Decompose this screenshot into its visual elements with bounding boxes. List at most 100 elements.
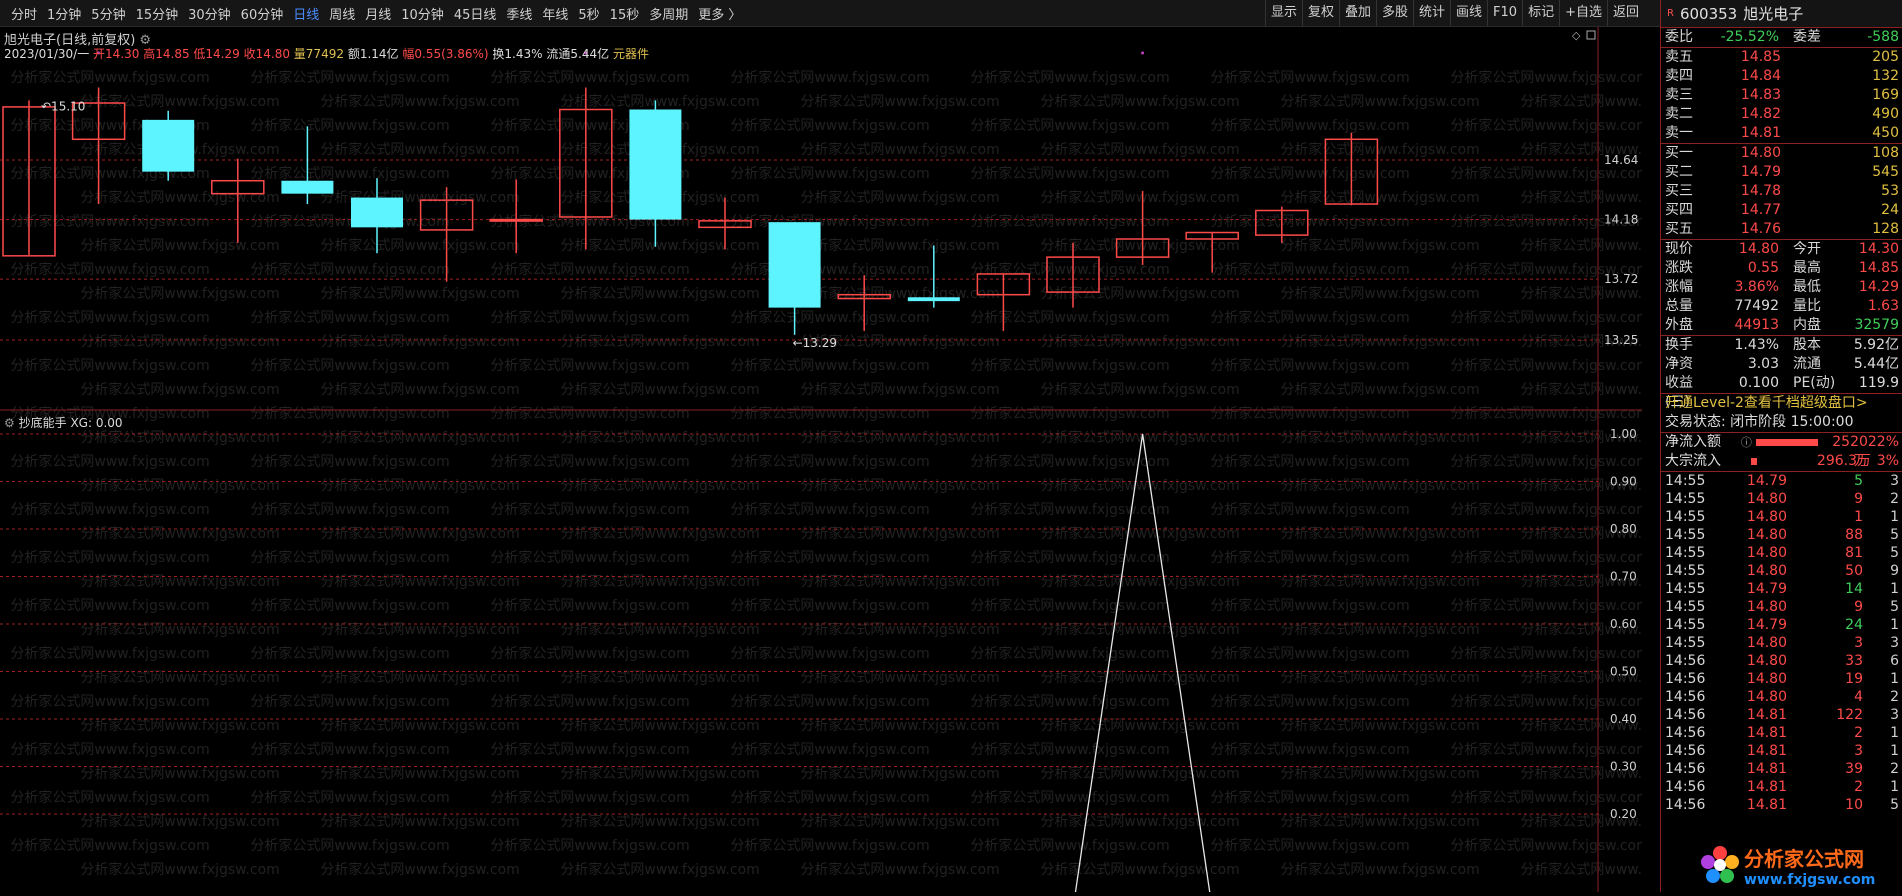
- period-tab[interactable]: 多周期: [644, 4, 693, 23]
- toolbar-action-button[interactable]: 标记: [1522, 0, 1559, 26]
- watermark-text: 分析家公式网www.fxjgsw.com: [10, 645, 209, 662]
- indicator-settings-icon[interactable]: ⚙: [4, 416, 15, 430]
- toolbar-action-button[interactable]: +自选: [1559, 0, 1607, 26]
- toolbar-action-button[interactable]: 显示: [1264, 0, 1302, 26]
- kline-chart[interactable]: 分析家公式网www.fxjgsw.com 分析家公式网www.fxjgsw.com…: [0, 27, 1720, 896]
- tick-time: 14:56: [1665, 797, 1706, 813]
- watermark-text: 分析家公式网www.fxjgsw.com: [80, 285, 279, 302]
- watermark-text: 分析家公式网www.fxjgsw.com: [250, 405, 449, 422]
- period-tab[interactable]: 日线: [288, 4, 324, 23]
- watermark-text: 分析家公式网www.fxjgsw.com: [970, 165, 1169, 182]
- watermark-text: 分析家公式网www.fxjgsw.com: [80, 717, 279, 734]
- watermark-text: 分析家公式网www.fxjgsw.com: [1280, 285, 1479, 302]
- period-tab[interactable]: 周线: [324, 4, 360, 23]
- period-tab[interactable]: 更多 〉: [693, 4, 746, 23]
- watermark-text: 分析家公式网www.fxjgsw.com: [80, 765, 279, 782]
- period-tab[interactable]: 季线: [501, 4, 537, 23]
- watermark-text: 分析家公式网www.fxjgsw.com: [730, 405, 929, 422]
- watermark-text: 分析家公式网www.fxjgsw.com: [1520, 189, 1642, 206]
- period-tab[interactable]: 5秒: [573, 4, 604, 23]
- tick-list[interactable]: 14:55 14.79 5 3 14:55 14.80 9 2 14:55 14.80 1 1 14:5…: [1661, 472, 1902, 814]
- period-tab[interactable]: 10分钟: [396, 4, 449, 23]
- tick-count: 3: [1890, 707, 1899, 723]
- tick-count: 5: [1890, 527, 1899, 543]
- watermark-text: 分析家公式网www.fxjgsw.com: [1210, 597, 1409, 614]
- info-icon[interactable]: ⓘ: [1741, 433, 1752, 452]
- signal-dot: [1141, 51, 1145, 55]
- watermark-text: 分析家公式网www.fxjgsw.com: [320, 429, 519, 446]
- tick-volume: 3: [1854, 743, 1863, 759]
- watermark-text: 分析家公式网www.fxjgsw.com: [320, 861, 519, 878]
- period-tab[interactable]: 15分钟: [131, 4, 184, 23]
- watermark-text: 分析家公式网www.fxjgsw.com: [1040, 813, 1239, 830]
- watermark-text: 分析家公式网www.fxjgsw.com: [1210, 69, 1409, 86]
- tick-volume: 24: [1845, 617, 1863, 633]
- asks-label: 卖五: [1665, 49, 1693, 65]
- watermark-text: 分析家公式网www.fxjgsw.com: [1210, 741, 1409, 758]
- watermark-text: 分析家公式网www.fxjgsw.com: [250, 165, 449, 182]
- bar-low: 低14.29: [193, 47, 240, 61]
- watermark-text: 分析家公式网www.fxjgsw.com: [10, 69, 209, 86]
- toolbar-action-button[interactable]: 统计: [1413, 0, 1450, 26]
- stat-row: 收益(三) 0.100 PE(动) 119.9: [1661, 374, 1902, 410]
- period-tab[interactable]: 月线: [360, 4, 396, 23]
- watermark-text: 分析家公式网www.fxjgsw.com: [730, 453, 929, 470]
- stat-value: 3.03: [1747, 356, 1779, 372]
- stat-value: 119.9: [1858, 375, 1899, 391]
- tick-volume: 2: [1854, 725, 1863, 741]
- tick-time: 14:55: [1665, 617, 1706, 633]
- bulk-bar: [1751, 458, 1757, 465]
- period-tab[interactable]: 45日线: [449, 4, 502, 23]
- watermark-text: 分析家公式网www.fxjgsw.com: [970, 693, 1169, 710]
- watermark-text: 分析家公式网www.fxjgsw.com: [1040, 765, 1239, 782]
- watermark-text: 分析家公式网www.fxjgsw.com: [1280, 429, 1479, 446]
- watermark-text: 分析家公式网www.fxjgsw.com: [1280, 813, 1479, 830]
- stat-row: 换手 1.43% 股本 5.92亿: [1661, 336, 1902, 355]
- watermark-text: 分析家公式网www.fxjgsw.com: [970, 261, 1169, 278]
- bar-turnover: 换1.43%: [492, 47, 543, 61]
- period-tab[interactable]: 15秒: [605, 4, 645, 23]
- bids-price: 14.80: [1740, 145, 1781, 161]
- high-annotation: ↶15.10: [41, 99, 85, 113]
- indicator-title[interactable]: ⚙ 抄底能手 XG: 0.00: [4, 414, 123, 431]
- stat-row: 现价 14.80 今开 14.30: [1661, 240, 1902, 259]
- level2-link[interactable]: 开通Level-2查看千档超级盘口>: [1661, 394, 1902, 413]
- watermark-text: 分析家公式网www.fxjgsw.com: [730, 645, 929, 662]
- candle-body: [281, 180, 334, 194]
- toolbar-action-button[interactable]: 多股: [1375, 0, 1413, 26]
- bids-row: 买二 14.79 545: [1661, 163, 1902, 182]
- period-tab[interactable]: 60分钟: [236, 4, 289, 23]
- period-tab[interactable]: 30分钟: [183, 4, 236, 23]
- toolbar-action-button[interactable]: 叠加: [1338, 0, 1376, 26]
- watermark-text: 分析家公式网www.fxjgsw.com: [80, 573, 279, 590]
- tick-time: 14:55: [1665, 563, 1706, 579]
- bids-row: 买一 14.80 108: [1661, 144, 1902, 163]
- bids-volume: 53: [1881, 183, 1899, 199]
- toolbar-action-button[interactable]: 画线: [1450, 0, 1487, 26]
- tick-volume: 50: [1845, 563, 1863, 579]
- tick-row: 14:55 14.80 1 1: [1661, 508, 1902, 526]
- ask-list: 卖五 14.85 205 卖四 14.84 132 卖三 14.83 169 卖二 14.82 490…: [1661, 48, 1902, 143]
- stat-row: 涨跌 0.55 最高 14.85: [1661, 259, 1902, 278]
- period-tab[interactable]: 1分钟: [42, 4, 86, 23]
- period-tab[interactable]: 分时: [6, 4, 42, 23]
- watermark-text: 分析家公式网www.fxjgsw.com: [1280, 525, 1479, 542]
- toolbar-action-button[interactable]: 返回: [1606, 0, 1644, 26]
- period-tab[interactable]: 年线: [537, 4, 573, 23]
- watermark-text: 分析家公式网www.fxjgsw.com: [800, 717, 999, 734]
- tick-time: 14:55: [1665, 491, 1706, 507]
- period-tab[interactable]: 5分钟: [86, 4, 130, 23]
- watermark-text: 分析家公式网www.fxjgsw.com: [250, 69, 449, 86]
- watermark-text: 分析家公式网www.fxjgsw.com: [560, 525, 759, 542]
- bar-amount: 额1.14亿: [347, 47, 399, 61]
- stat-label: 收益(三): [1665, 375, 1693, 410]
- stat-row: 总量 77492 量比 1.63: [1661, 297, 1902, 316]
- watermark-text: 分析家公式网www.fxjgsw.com: [1280, 861, 1479, 878]
- toolbar-action-button[interactable]: 复权: [1301, 0, 1339, 26]
- level2-text[interactable]: 开通Level-2查看千档超级盘口>: [1665, 394, 1868, 413]
- stat-row: 外盘 44913 内盘 32579: [1661, 316, 1902, 335]
- toolbar-action-button[interactable]: F10: [1487, 0, 1522, 26]
- bids-label: 买五: [1665, 221, 1693, 237]
- chart-area[interactable]: 分析家公式网www.fxjgsw.com 分析家公式网www.fxjgsw.com…: [0, 27, 1720, 896]
- watermark-text: 分析家公式网www.fxjgsw.com: [970, 597, 1169, 614]
